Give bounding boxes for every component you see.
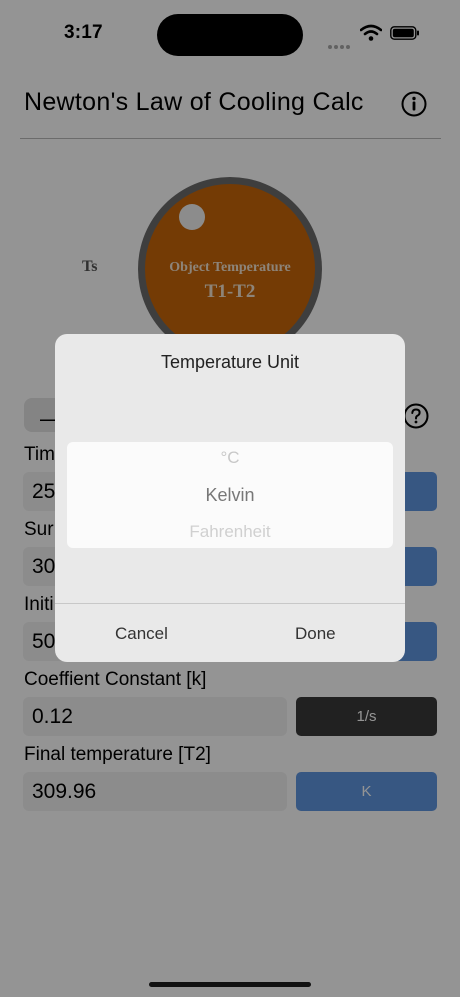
temperature-unit-dialog: Temperature Unit °C Kelvin Fahrenheit Ca… bbox=[55, 334, 405, 662]
home-indicator[interactable] bbox=[149, 982, 311, 987]
dialog-title: Temperature Unit bbox=[160, 352, 300, 372]
picker-option-celsius[interactable]: °C bbox=[55, 448, 405, 468]
done-button[interactable]: Done bbox=[295, 624, 336, 644]
dialog-divider bbox=[55, 603, 405, 604]
cancel-button[interactable]: Cancel bbox=[115, 624, 168, 644]
picker-option-kelvin[interactable]: Kelvin bbox=[55, 485, 405, 506]
picker-option-fahrenheit[interactable]: Fahrenheit bbox=[55, 522, 405, 542]
